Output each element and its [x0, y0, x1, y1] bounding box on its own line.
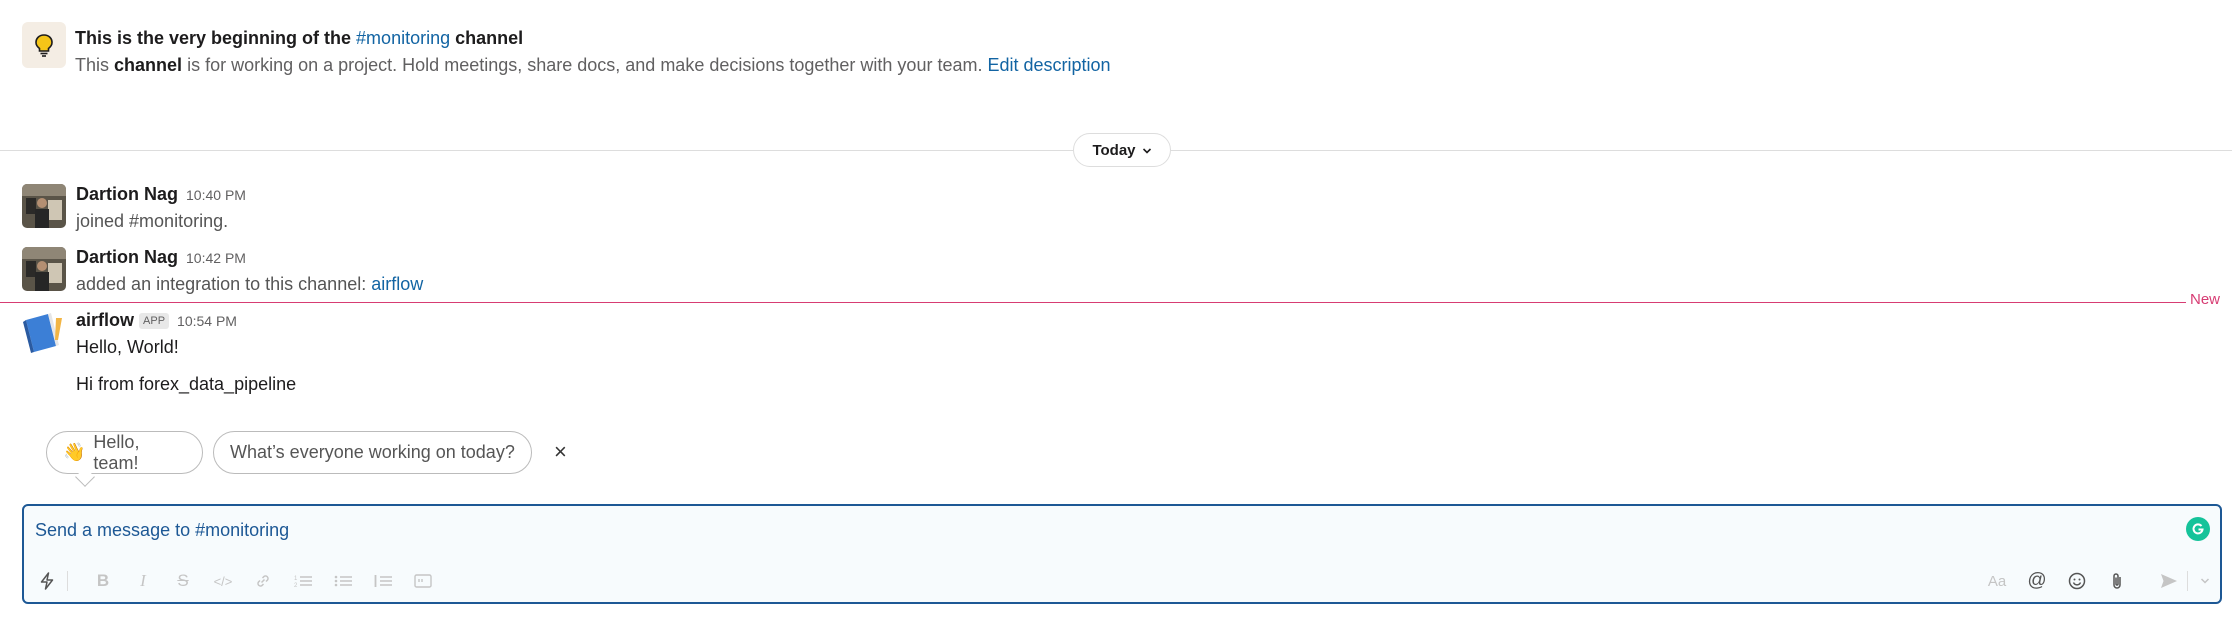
message-text: joined #monitoring.: [76, 211, 229, 231]
svg-text:1: 1: [294, 576, 298, 582]
send-icon[interactable]: [2158, 570, 2180, 592]
desc-bold: channel: [114, 55, 183, 75]
user-avatar[interactable]: [22, 247, 66, 291]
grammarly-icon[interactable]: [2186, 517, 2210, 541]
message-author[interactable]: Dartion Nag: [76, 184, 178, 205]
chevron-down-icon: [1142, 142, 1152, 159]
send-separator: [2187, 571, 2188, 591]
mention-icon[interactable]: @: [2026, 570, 2048, 592]
intro-title: This is the very beginning of the #monit…: [75, 24, 1111, 52]
waving-hand-icon: 👋: [63, 442, 86, 462]
message-timestamp[interactable]: 10:42 PM: [186, 250, 246, 266]
strike-icon[interactable]: S: [172, 570, 194, 592]
italic-icon[interactable]: I: [132, 570, 154, 592]
date-divider-label: Today: [1092, 141, 1136, 159]
bullet-list-icon[interactable]: [332, 570, 354, 592]
intro-title-prefix: This is the very beginning of the: [75, 28, 352, 48]
toolbar-separator: [67, 571, 68, 591]
message-author[interactable]: airflow: [76, 310, 134, 331]
integration-link[interactable]: airflow: [371, 274, 423, 294]
intro-title-suffix: channel: [455, 28, 524, 48]
app-avatar-book-icon[interactable]: [22, 310, 66, 354]
message-item: airflow APP 10:54 PM Hello, World! Hi fr…: [22, 310, 296, 397]
message-timestamp[interactable]: 10:54 PM: [177, 313, 237, 329]
emoji-icon[interactable]: [2066, 570, 2088, 592]
new-messages-line: [0, 302, 2186, 303]
message-item: Dartion Nag 10:40 PM joined #monitoring.: [22, 184, 246, 234]
suggestion-working-on[interactable]: What’s everyone working on today?: [213, 431, 532, 474]
message-item: Dartion Nag 10:42 PM added an integratio…: [22, 247, 423, 297]
intro-description: This channel is for working on a project…: [75, 52, 1111, 78]
code-block-icon[interactable]: [412, 570, 434, 592]
composer-toolbar: B I S </> 12 Aa @: [24, 566, 2220, 596]
code-icon[interactable]: </>: [212, 570, 234, 592]
suggestion-label: What’s everyone working on today?: [230, 442, 515, 462]
shortcuts-icon[interactable]: [36, 570, 58, 592]
message-composer[interactable]: Send a message to #monitoring B I S </> …: [22, 504, 2222, 604]
desc-post: is for working on a project. Hold meetin…: [187, 55, 983, 75]
send-options-icon[interactable]: [2194, 570, 2216, 592]
message-text: added an integration to this channel: ai…: [76, 271, 423, 297]
attach-icon[interactable]: [2106, 570, 2128, 592]
message-text: Hello, World!: [76, 337, 179, 357]
link-icon[interactable]: [252, 570, 274, 592]
channel-intro: This is the very beginning of the #monit…: [22, 22, 1111, 78]
format-icon[interactable]: Aa: [1986, 570, 2008, 592]
bold-icon[interactable]: B: [92, 570, 114, 592]
date-divider-button[interactable]: Today: [1073, 133, 1171, 167]
message-text: Hi from forex_data_pipeline: [76, 374, 297, 394]
ordered-list-icon[interactable]: 12: [292, 570, 314, 592]
message-timestamp[interactable]: 10:40 PM: [186, 187, 246, 203]
suggestion-hello-team[interactable]: 👋 Hello, team!: [46, 431, 203, 474]
user-avatar[interactable]: [22, 184, 66, 228]
desc-pre: This: [75, 55, 110, 75]
suggestion-label: Hello, team!: [93, 431, 140, 473]
message-input[interactable]: Send a message to #monitoring: [35, 520, 289, 541]
svg-text:2: 2: [294, 583, 298, 588]
app-badge: APP: [139, 313, 170, 329]
lightbulb-icon: [22, 22, 66, 68]
edit-description-link[interactable]: Edit description: [988, 55, 1111, 75]
message-author[interactable]: Dartion Nag: [76, 247, 178, 268]
new-messages-label: New: [2190, 291, 2221, 308]
quote-icon[interactable]: [372, 570, 394, 592]
intro-channel-link[interactable]: #monitoring: [356, 28, 450, 48]
dismiss-suggestions-button[interactable]: ×: [554, 440, 567, 464]
message-text-body: added an integration to this channel:: [76, 274, 367, 294]
